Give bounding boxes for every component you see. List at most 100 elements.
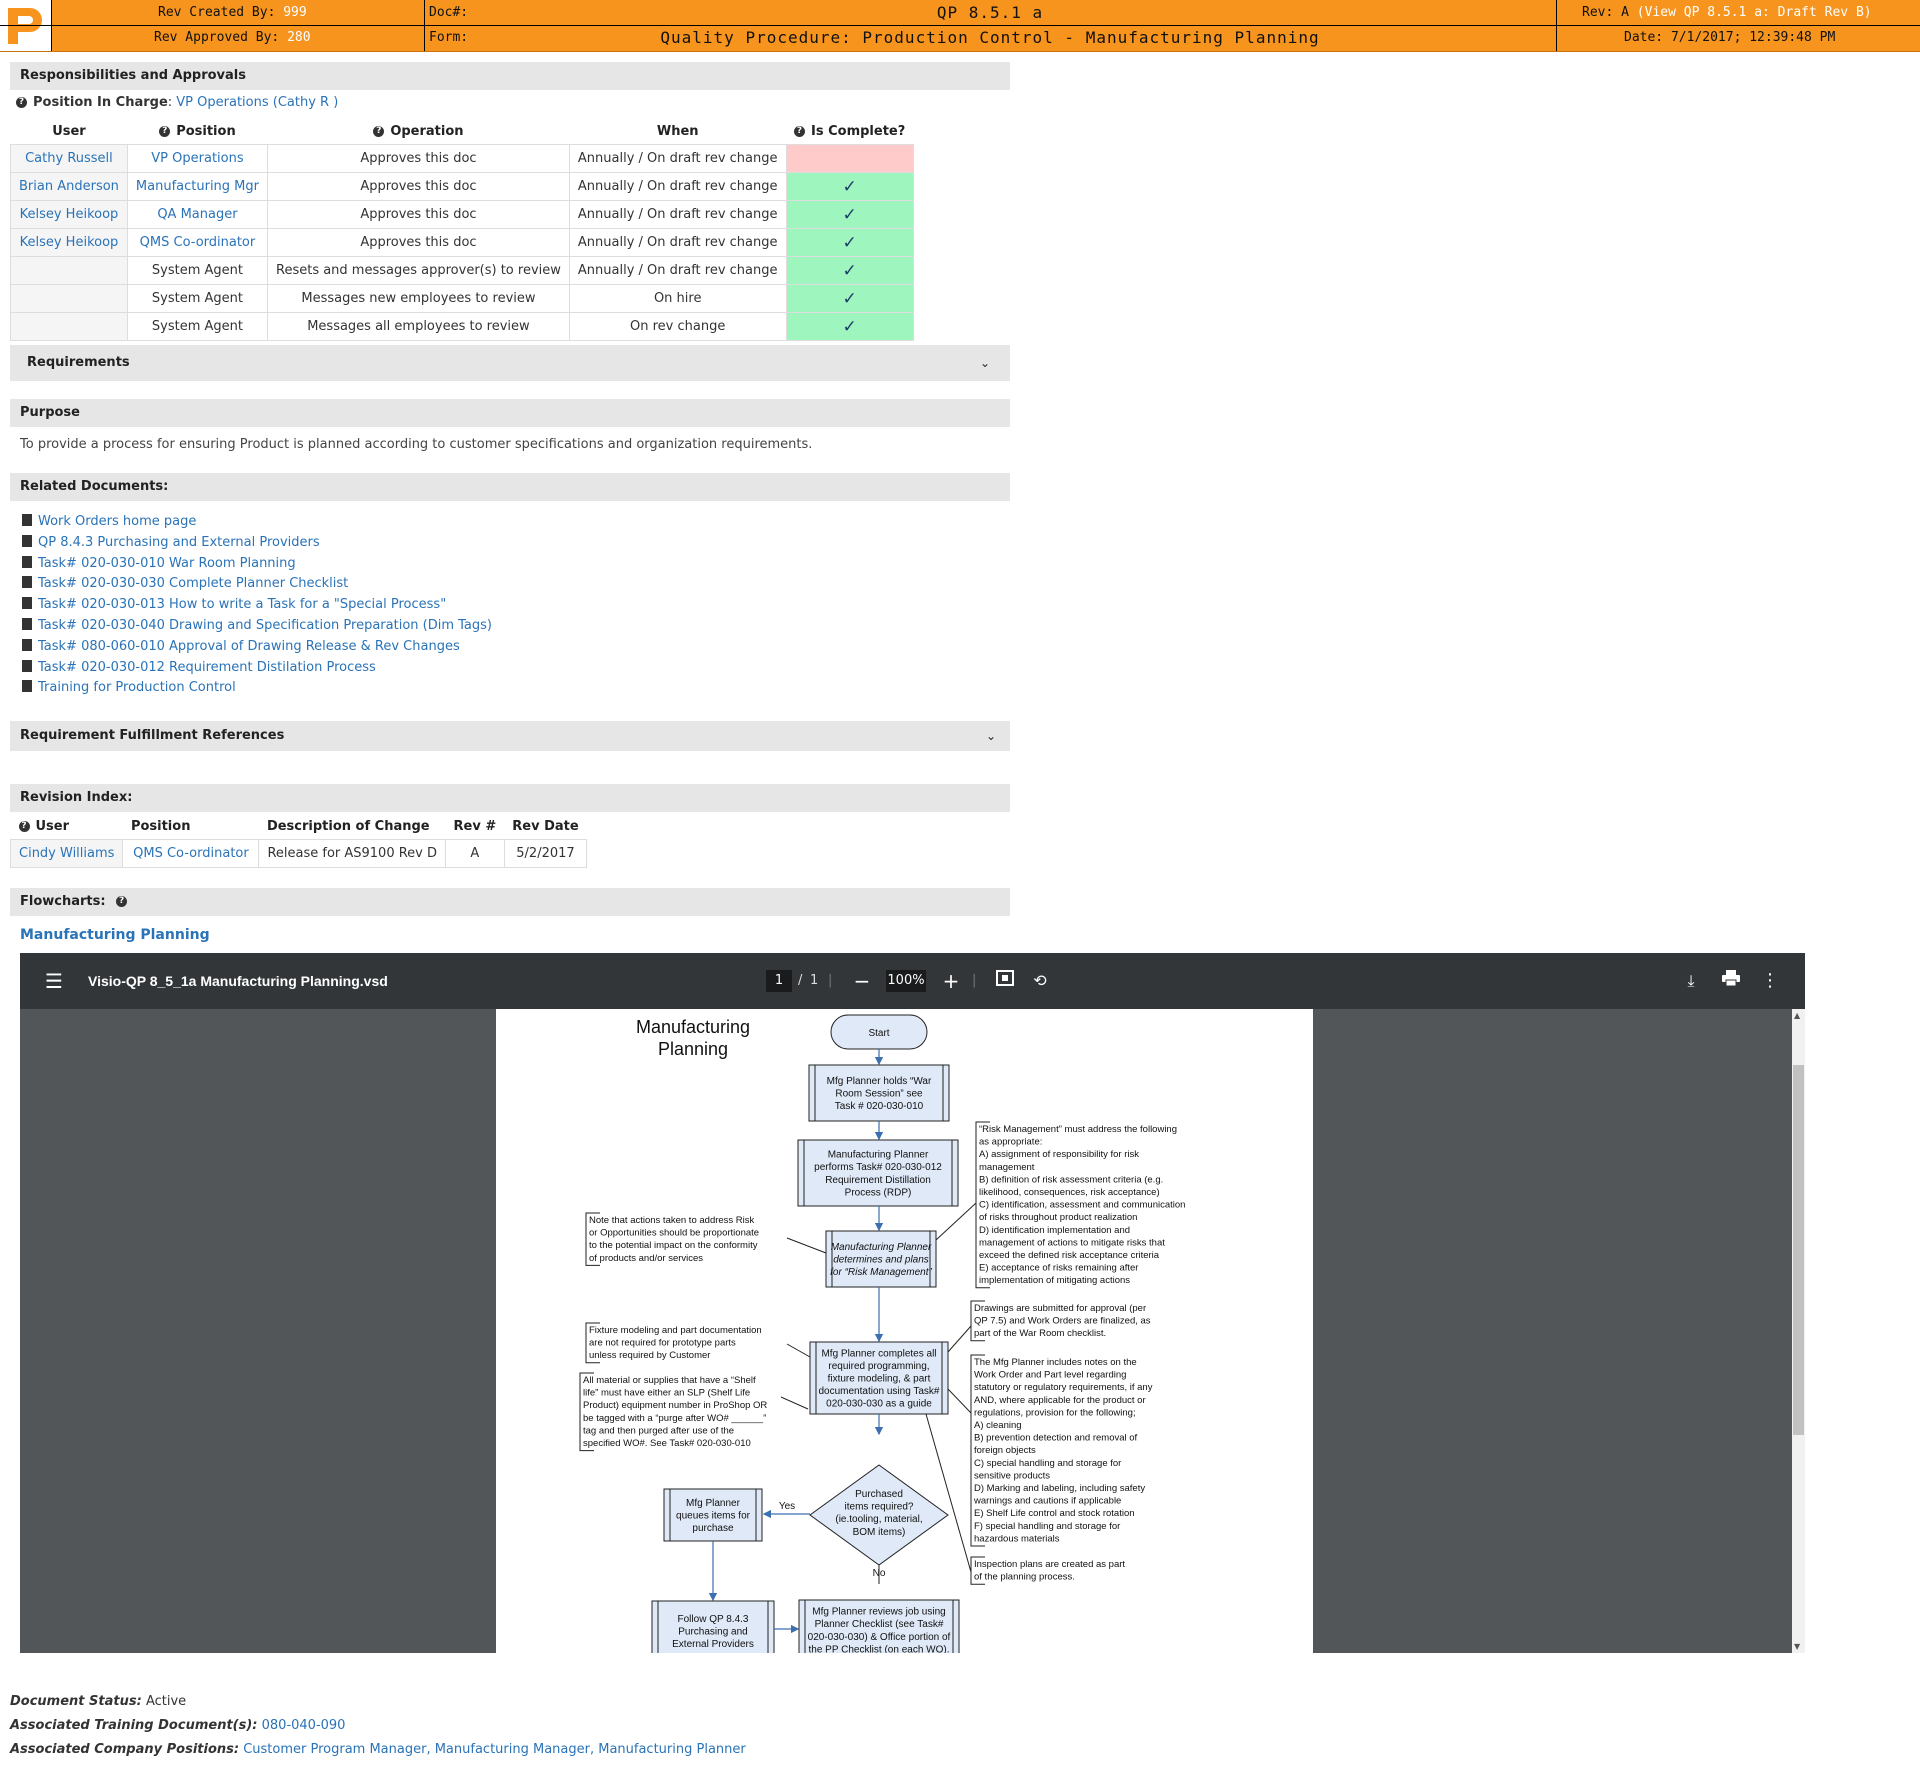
position-cell[interactable]: QMS Co-ordinator	[126, 228, 269, 257]
position-cell[interactable]: QA Manager	[126, 200, 269, 229]
positions-links[interactable]: Customer Program Manager, Manufacturing …	[243, 1742, 746, 1757]
rev-date: 5/2/2017	[503, 839, 588, 868]
when-cell: Annually / On draft rev change	[568, 256, 787, 285]
note-drawings: Drawings are submitted for approval (per…	[974, 1303, 1151, 1339]
operation-cell: Resets and messages approver(s) to revie…	[267, 256, 570, 285]
toolbar-divider: |	[972, 973, 977, 988]
user-cell[interactable]: Cathy Russell	[10, 144, 128, 173]
related-document-link[interactable]: Training for Production Control	[38, 680, 236, 695]
document-icon	[22, 617, 32, 630]
related-document-link[interactable]: Task# 020-030-010 War Room Planning	[38, 556, 296, 571]
scroll-up-icon[interactable]: ▲	[1794, 1011, 1800, 1020]
when-cell: Annually / On draft rev change	[568, 172, 787, 201]
scrollbar-thumb[interactable]	[1793, 1065, 1804, 1435]
scroll-down-icon[interactable]: ▼	[1794, 1642, 1800, 1651]
rev-position-link[interactable]: QMS Co-ordinator	[122, 839, 260, 868]
risk-box-text: Manufacturing Planner determines and plan…	[830, 1242, 932, 1278]
list-item: QP 8.4.3 Purchasing and External Provide…	[22, 533, 492, 554]
help-icon[interactable]: ?	[16, 97, 27, 108]
connector-line	[786, 1343, 811, 1358]
rev-number: A	[445, 839, 505, 868]
training-doc-link[interactable]: 080-040-090	[262, 1718, 346, 1733]
chevron-down-icon[interactable]: ⌄	[980, 345, 990, 381]
revision-index-header: Revision Index:	[10, 784, 1010, 812]
position-in-charge-link[interactable]: VP Operations (Cathy R )	[176, 95, 338, 110]
connector-line	[947, 1325, 972, 1353]
fit-page-icon[interactable]	[993, 969, 1017, 993]
more-options-icon[interactable]: ⋮	[1758, 969, 1782, 993]
pdf-page: Manufacturing Planning Start Mfg Planner ho…	[496, 1009, 1313, 1653]
user-cell[interactable]: Kelsey Heikoop	[10, 228, 128, 257]
related-document-link[interactable]: Task# 080-060-010 Approval of Drawing Re…	[38, 639, 460, 654]
help-icon[interactable]: ?	[18, 820, 30, 832]
list-item: Task# 020-030-030 Complete Planner Check…	[22, 574, 492, 595]
help-icon[interactable]: ?	[116, 896, 128, 907]
flowchart-title: Manufacturing	[636, 1017, 750, 1037]
table-row: Cindy Williams QMS Co-ordinator Release …	[9, 839, 588, 868]
help-icon[interactable]: ?	[373, 125, 385, 137]
connector-line	[947, 1388, 972, 1414]
rev-user-link[interactable]: Cindy Williams	[9, 839, 124, 868]
user-cell	[10, 256, 128, 285]
zoom-level-input[interactable]: 100%	[886, 970, 926, 992]
requirements-title: Requirements	[27, 355, 130, 370]
when-cell: Annually / On draft rev change	[568, 144, 787, 173]
responsibilities-table: User ? Position ? Operation When ? Is Compl…	[10, 118, 914, 341]
download-icon[interactable]: ⤓	[1679, 969, 1703, 993]
fulfillment-section-header[interactable]: Requirement Fulfillment References ⌄	[10, 721, 1010, 751]
user-cell[interactable]: Kelsey Heikoop	[10, 200, 128, 229]
zoom-out-icon[interactable]: −	[850, 969, 874, 993]
related-document-link[interactable]: Task# 020-030-030 Complete Planner Check…	[38, 576, 348, 591]
manufacturing-planning-flowchart: ManufacturingPlanning Start Mfg Planner ho…	[579, 1014, 1185, 1653]
flowchart-link[interactable]: Manufacturing Planning	[20, 927, 210, 943]
flowchart-title: Planning	[658, 1039, 728, 1059]
col-operation: ? Operation	[268, 118, 570, 145]
related-document-link[interactable]: Task# 020-030-040 Drawing and Specificat…	[38, 618, 492, 633]
operation-cell: Messages new employees to review	[267, 284, 570, 313]
rev-created-label: Rev Created By:	[158, 5, 276, 20]
operation-cell: Approves this doc	[267, 228, 570, 257]
print-icon[interactable]	[1719, 969, 1743, 993]
position-cell[interactable]: VP Operations	[126, 144, 269, 173]
positions-label: Associated Company Positions:	[10, 1742, 240, 1757]
war-room-box-text: Mfg Planner holds “War Room Session” see T…	[827, 1076, 932, 1112]
related-document-link[interactable]: QP 8.4.3 Purchasing and External Provide…	[38, 535, 320, 550]
related-document-link[interactable]: Task# 020-030-012 Requirement Distilatio…	[38, 660, 376, 675]
position-cell[interactable]: Manufacturing Mgr	[126, 172, 269, 201]
pdf-viewer: ☰ Visio-QP 8_5_1a Manufacturing Planning…	[20, 953, 1805, 1653]
user-cell	[10, 312, 128, 341]
user-cell	[10, 284, 128, 313]
document-icon	[22, 514, 32, 526]
viewer-scrollbar[interactable]: ▲ ▼	[1792, 1009, 1805, 1653]
user-cell[interactable]: Brian Anderson	[10, 172, 128, 201]
menu-icon[interactable]: ☰	[42, 969, 66, 993]
related-document-link[interactable]: Task# 020-030-013 How to write a Task fo…	[38, 597, 446, 612]
document-icon	[22, 555, 32, 568]
rotate-icon[interactable]: ⟲	[1028, 969, 1052, 993]
col-rev-description: Description of Change	[266, 818, 430, 834]
related-document-link[interactable]: Work Orders home page	[38, 514, 196, 529]
when-cell: Annually / On draft rev change	[568, 200, 787, 229]
position-cell: System Agent	[126, 284, 269, 313]
list-item: Task# 020-030-013 How to write a Task fo…	[22, 595, 492, 616]
rev-approved-value: 280	[287, 30, 311, 45]
page-number-input[interactable]: 1	[766, 970, 792, 992]
requirements-section-header[interactable]: Requirements ⌄	[10, 345, 1010, 381]
toolbar-divider: |	[828, 973, 833, 988]
table-row: Kelsey Heikoop QMS Co-ordinator Approves t…	[10, 228, 914, 257]
document-header: Rev Created By: 999 Rev Approved By: 280…	[0, 0, 1920, 52]
zoom-in-icon[interactable]: +	[939, 969, 963, 993]
draft-rev-link[interactable]: (View QP 8.5.1 a: Draft Rev B)	[1637, 5, 1872, 20]
page-total: 1	[810, 973, 819, 988]
help-icon[interactable]: ?	[159, 125, 171, 137]
col-operation-label: Operation	[390, 123, 464, 139]
help-icon[interactable]: ?	[794, 125, 805, 137]
note-risk-left: Note that actions taken to address Risk o…	[589, 1215, 759, 1264]
chevron-down-icon[interactable]: ⌄	[986, 721, 996, 751]
review-box-text: Mfg Planner reviews job using Planner Che…	[808, 1607, 951, 1653]
list-item: Task# 020-030-010 War Room Planning	[22, 554, 492, 575]
document-icon	[22, 597, 32, 610]
connector-line	[935, 1202, 977, 1241]
doc-number: QP 8.5.1 a	[936, 3, 1044, 22]
rev-approved-label: Rev Approved By:	[154, 30, 280, 45]
